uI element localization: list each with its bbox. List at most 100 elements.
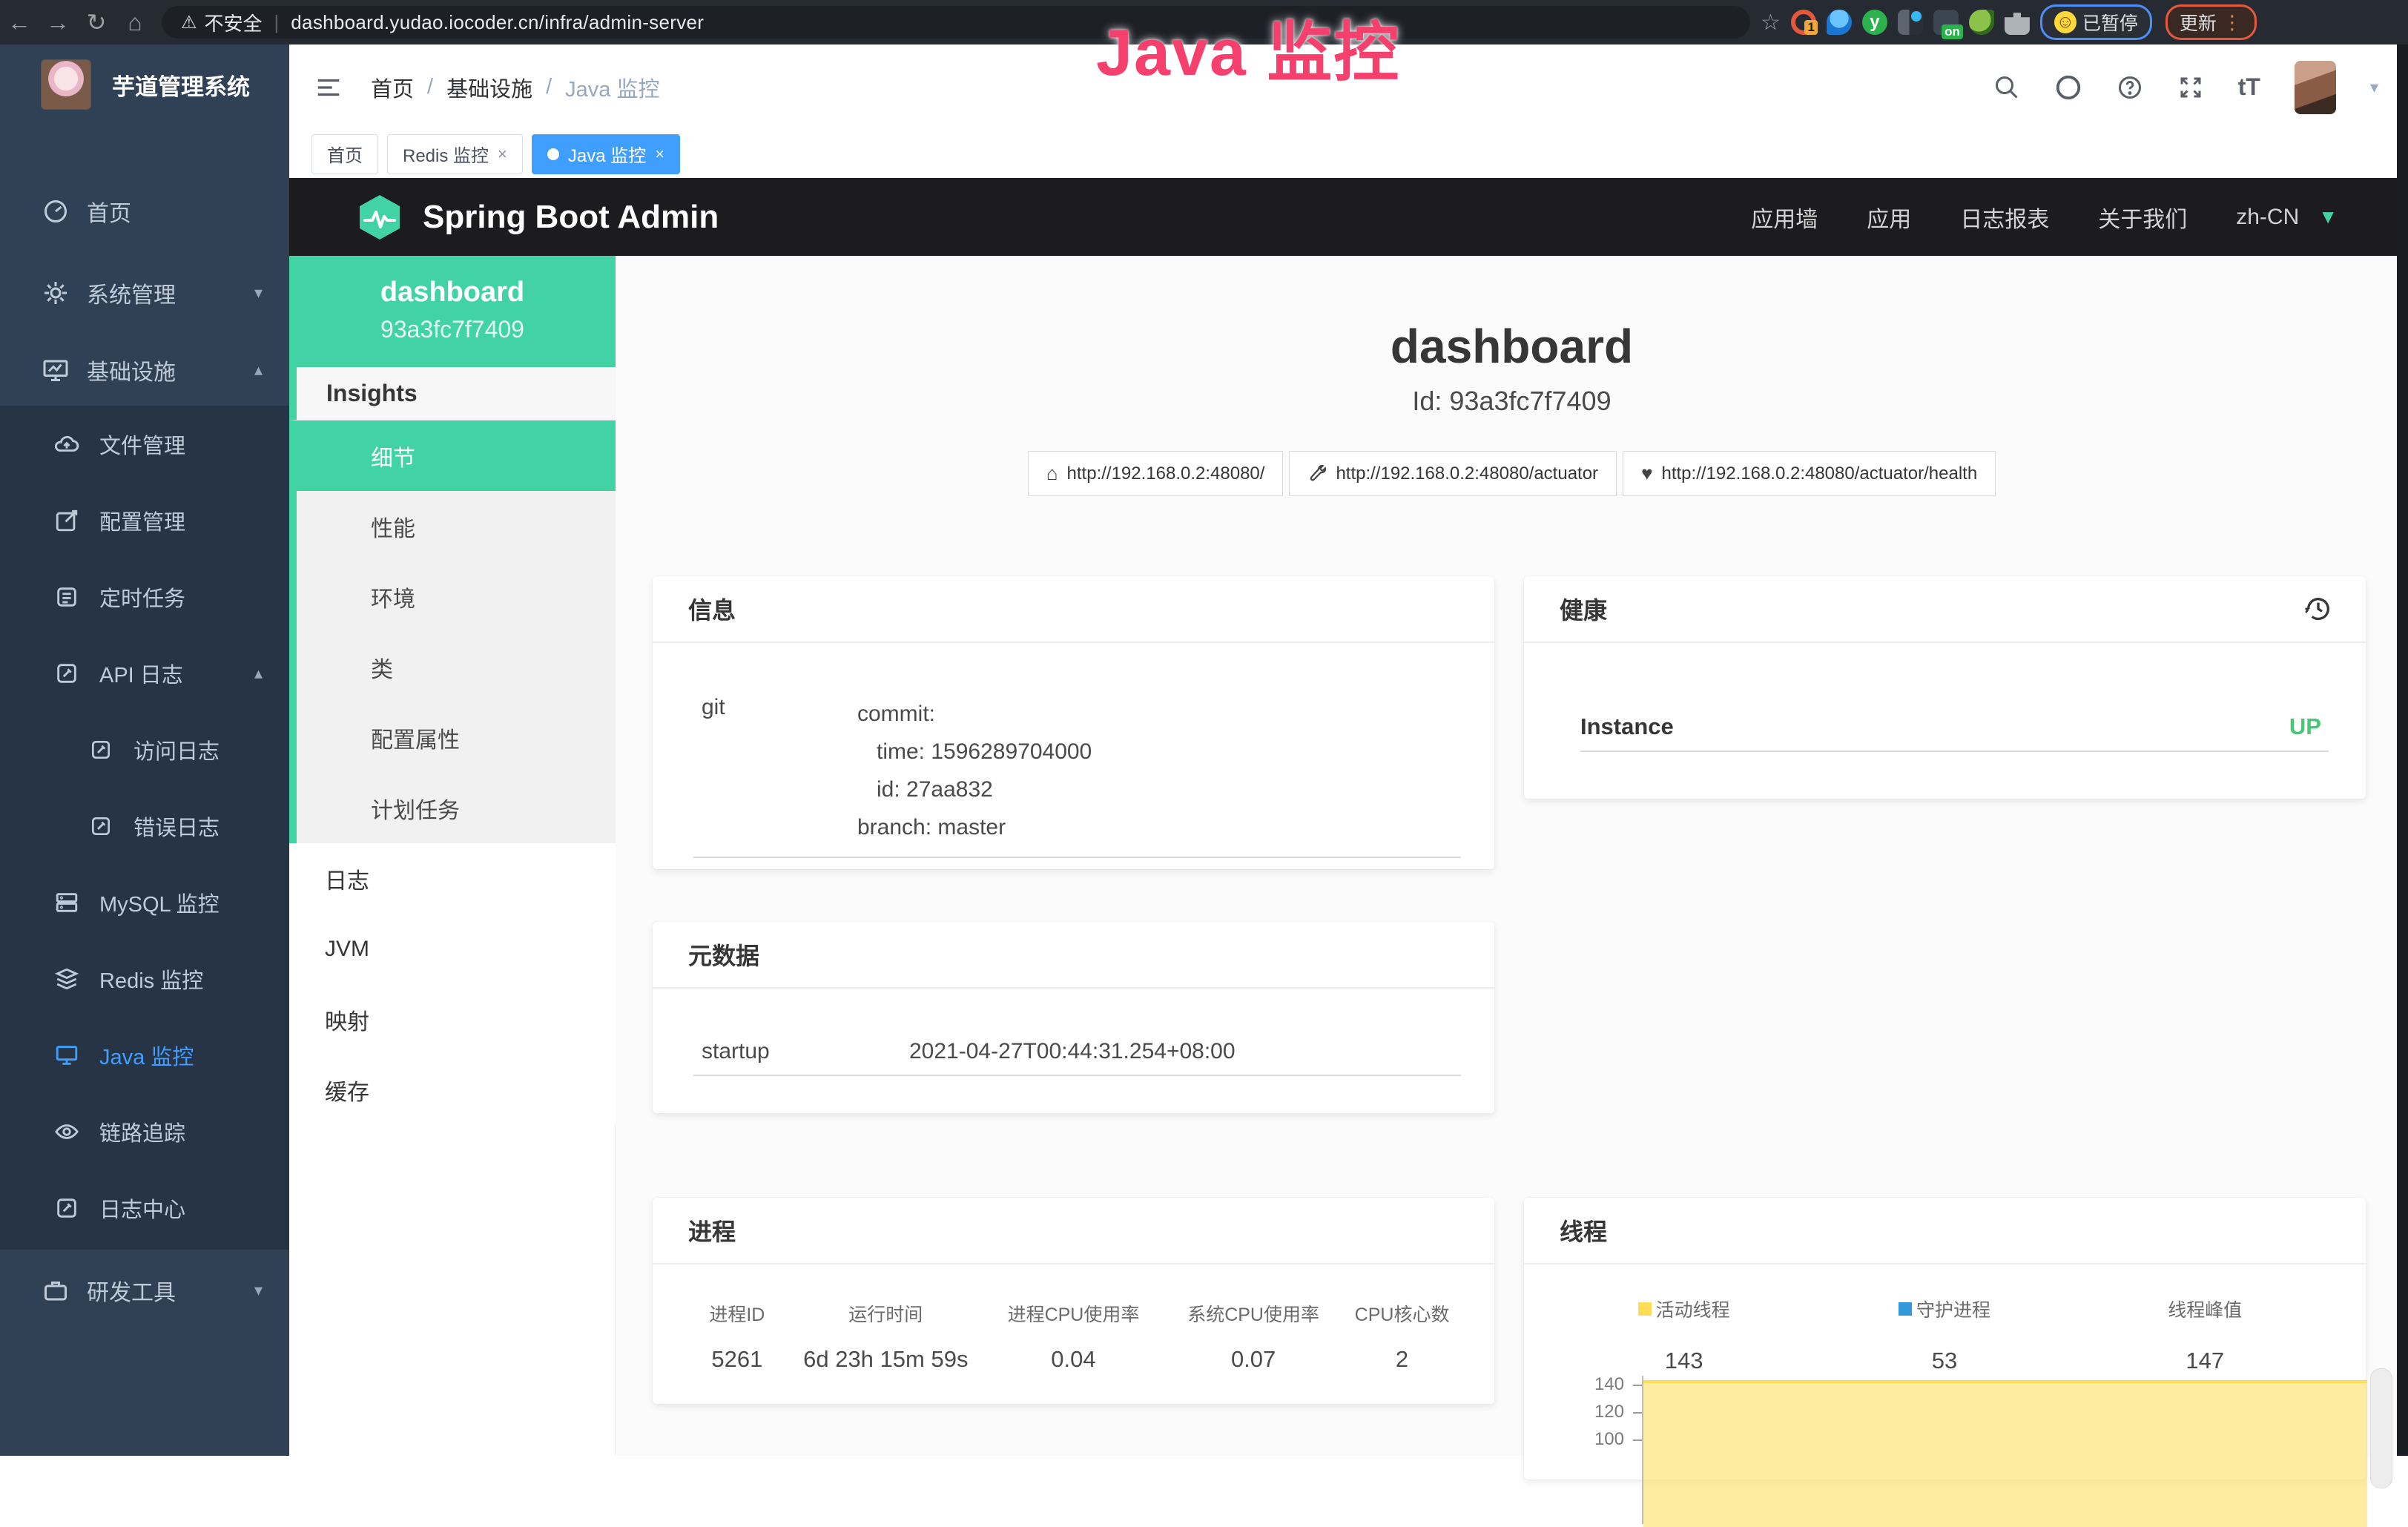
sidebar-item-tracing[interactable]: 链路追踪 bbox=[0, 1093, 289, 1170]
log-edit-icon bbox=[86, 738, 116, 762]
extensions-puzzle-icon[interactable] bbox=[2005, 10, 2030, 35]
sidebar-item-api-logs[interactable]: API 日志 ▴ bbox=[0, 635, 289, 711]
breadcrumb-section[interactable]: 基础设施 bbox=[446, 72, 532, 103]
menu-item-caches[interactable]: 缓存 bbox=[289, 1055, 616, 1125]
tab-redis-monitor[interactable]: Redis 监控 × bbox=[387, 134, 523, 174]
extension-icon-pin[interactable] bbox=[1827, 10, 1852, 35]
extension-icon-orange[interactable]: 1 bbox=[1791, 10, 1816, 35]
app-sidebar: 芋道管理系统 首页 系统管理 ▾ 基础设施 ▴ 文件管理 bbox=[0, 44, 289, 1456]
menu-item-config-props[interactable]: 配置属性 bbox=[297, 702, 616, 773]
sidebar-item-file-management[interactable]: 文件管理 bbox=[0, 406, 289, 482]
menu-item-scheduled-tasks[interactable]: 计划任务 bbox=[297, 773, 616, 843]
sidebar-item-label: 日志中心 bbox=[99, 1193, 185, 1224]
menu-item-environment[interactable]: 环境 bbox=[297, 561, 616, 632]
sidebar-item-mysql-monitor[interactable]: MySQL 监控 bbox=[0, 864, 289, 940]
font-size-icon[interactable]: tT bbox=[2238, 73, 2260, 101]
ytick-140: 140 bbox=[1572, 1374, 1624, 1395]
back-icon[interactable]: ← bbox=[0, 9, 39, 36]
stat-value: 53 bbox=[1814, 1348, 2074, 1374]
browser-menu-kebab-icon[interactable]: ⋮ bbox=[2223, 11, 2243, 34]
sidebar-item-config-management[interactable]: 配置管理 bbox=[0, 482, 289, 558]
sba-brand[interactable]: Spring Boot Admin bbox=[356, 194, 719, 241]
bookmark-star-icon[interactable]: ☆ bbox=[1761, 10, 1781, 36]
fullscreen-icon[interactable] bbox=[2177, 74, 2204, 101]
legend-blue-swatch bbox=[1899, 1302, 1912, 1316]
extension-icon-on-switch[interactable]: on bbox=[1933, 10, 1959, 35]
sidebar-item-error-logs[interactable]: 错误日志 bbox=[0, 788, 289, 864]
close-icon[interactable]: × bbox=[498, 145, 507, 164]
reload-icon[interactable]: ↻ bbox=[77, 8, 116, 36]
not-secure-warning-icon[interactable]: ⚠ bbox=[181, 12, 197, 33]
menu-item-metrics[interactable]: 性能 bbox=[297, 491, 616, 561]
sba-nav-about[interactable]: 关于我们 bbox=[2098, 201, 2187, 234]
menu-item-classes[interactable]: 类 bbox=[297, 632, 616, 702]
sba-nav-journal[interactable]: 日志报表 bbox=[1960, 201, 2049, 234]
browser-update-button[interactable]: 更新 ⋮ bbox=[2165, 4, 2257, 40]
menu-item-logs[interactable]: 日志 bbox=[289, 843, 616, 914]
val-process-cpu: 0.04 bbox=[980, 1346, 1167, 1373]
process-card-header: 进程 bbox=[653, 1198, 1494, 1264]
help-icon[interactable] bbox=[2117, 74, 2143, 101]
forward-icon[interactable]: → bbox=[39, 9, 77, 36]
metadata-card-header: 元数据 bbox=[653, 922, 1494, 989]
extension-badge: 1 bbox=[1804, 20, 1817, 35]
stat-value: 147 bbox=[2075, 1348, 2335, 1374]
instance-header[interactable]: dashboard 93a3fc7f7409 bbox=[289, 256, 616, 367]
extension-icon-grid[interactable] bbox=[1898, 10, 1923, 35]
sidebar-item-infrastructure[interactable]: 基础设施 ▴ bbox=[0, 334, 289, 406]
history-icon[interactable] bbox=[2303, 594, 2333, 624]
menu-item-mappings[interactable]: 映射 bbox=[289, 984, 616, 1055]
wrench-icon bbox=[1307, 464, 1327, 484]
sidebar-item-redis-monitor[interactable]: Redis 监控 bbox=[0, 940, 289, 1017]
sba-nav-applications[interactable]: 应用 bbox=[1867, 201, 1911, 234]
sidebar-item-home[interactable]: 首页 bbox=[0, 171, 289, 252]
tab-label: Java 监控 bbox=[568, 141, 646, 167]
menu-item-label: 映射 bbox=[325, 1003, 369, 1036]
menu-item-label: 类 bbox=[371, 651, 393, 684]
process-table-row: 5261 6d 23h 15m 59s 0.04 0.07 2 bbox=[653, 1346, 1494, 1373]
address-bar[interactable]: ⚠ 不安全 | dashboard.yudao.iocoder.cn/infra… bbox=[162, 6, 1750, 39]
tab-java-monitor[interactable]: Java 监控 × bbox=[532, 134, 680, 174]
sba-nav-wallboard[interactable]: 应用墙 bbox=[1751, 201, 1818, 234]
sidebar-item-access-logs[interactable]: 访问日志 bbox=[0, 711, 289, 788]
menu-item-details[interactable]: 细节 bbox=[297, 420, 616, 491]
extension-icon-leaf[interactable] bbox=[1969, 10, 1994, 35]
sidebar-item-label: 首页 bbox=[87, 195, 131, 228]
tick-mark bbox=[1633, 1412, 1642, 1414]
col-uptime: 运行时间 bbox=[792, 1300, 980, 1327]
monitor-icon bbox=[41, 357, 70, 383]
menu-item-label: 计划任务 bbox=[371, 792, 460, 825]
health-url-button[interactable]: ♥ http://192.168.0.2:48080/actuator/heal… bbox=[1623, 451, 1996, 496]
home-icon[interactable]: ⌂ bbox=[116, 9, 154, 36]
sidebar-item-system-management[interactable]: 系统管理 ▾ bbox=[0, 252, 289, 334]
profile-paused-chip[interactable]: ☺ 已暂停 bbox=[2040, 4, 2152, 40]
sidebar-item-dev-tools[interactable]: 研发工具 ▾ bbox=[0, 1250, 289, 1331]
actuator-url-button[interactable]: http://192.168.0.2:48080/actuator bbox=[1289, 451, 1617, 496]
search-icon[interactable] bbox=[1993, 74, 2020, 101]
actuator-url: http://192.168.0.2:48080/actuator bbox=[1336, 464, 1598, 484]
extension-y-label: y bbox=[1870, 12, 1879, 32]
briefcase-icon bbox=[41, 1277, 70, 1304]
sba-locale-select[interactable]: zh-CN bbox=[2236, 205, 2299, 230]
menu-item-jvm[interactable]: JVM bbox=[289, 914, 616, 984]
breadcrumb-home[interactable]: 首页 bbox=[371, 72, 414, 103]
app-logo-row: 芋道管理系统 bbox=[41, 59, 250, 110]
sidebar-item-log-center[interactable]: 日志中心 bbox=[0, 1170, 289, 1246]
extension-icon-y-green[interactable]: y bbox=[1862, 10, 1887, 35]
sidebar-item-java-monitor[interactable]: Java 监控 bbox=[0, 1017, 289, 1093]
hamburger-icon[interactable] bbox=[314, 73, 343, 102]
user-menu-caret-icon[interactable]: ▾ bbox=[2370, 78, 2378, 97]
sidebar-item-label: Redis 监控 bbox=[99, 963, 203, 995]
not-secure-label: 不安全 bbox=[205, 9, 263, 36]
sidebar-item-scheduled-jobs[interactable]: 定时任务 bbox=[0, 558, 289, 635]
tab-label: 首页 bbox=[327, 141, 363, 167]
content-scrollbar-thumb[interactable] bbox=[2370, 1368, 2392, 1488]
sidebar-item-label: MySQL 监控 bbox=[99, 887, 220, 918]
col-pid: 进程ID bbox=[682, 1300, 792, 1327]
service-url-button[interactable]: ⌂ http://192.168.0.2:48080/ bbox=[1028, 451, 1284, 496]
server-icon bbox=[52, 890, 82, 915]
close-icon[interactable]: × bbox=[655, 145, 664, 164]
github-icon[interactable] bbox=[2054, 73, 2082, 102]
user-avatar[interactable] bbox=[2295, 61, 2336, 114]
tab-home[interactable]: 首页 bbox=[311, 134, 378, 174]
